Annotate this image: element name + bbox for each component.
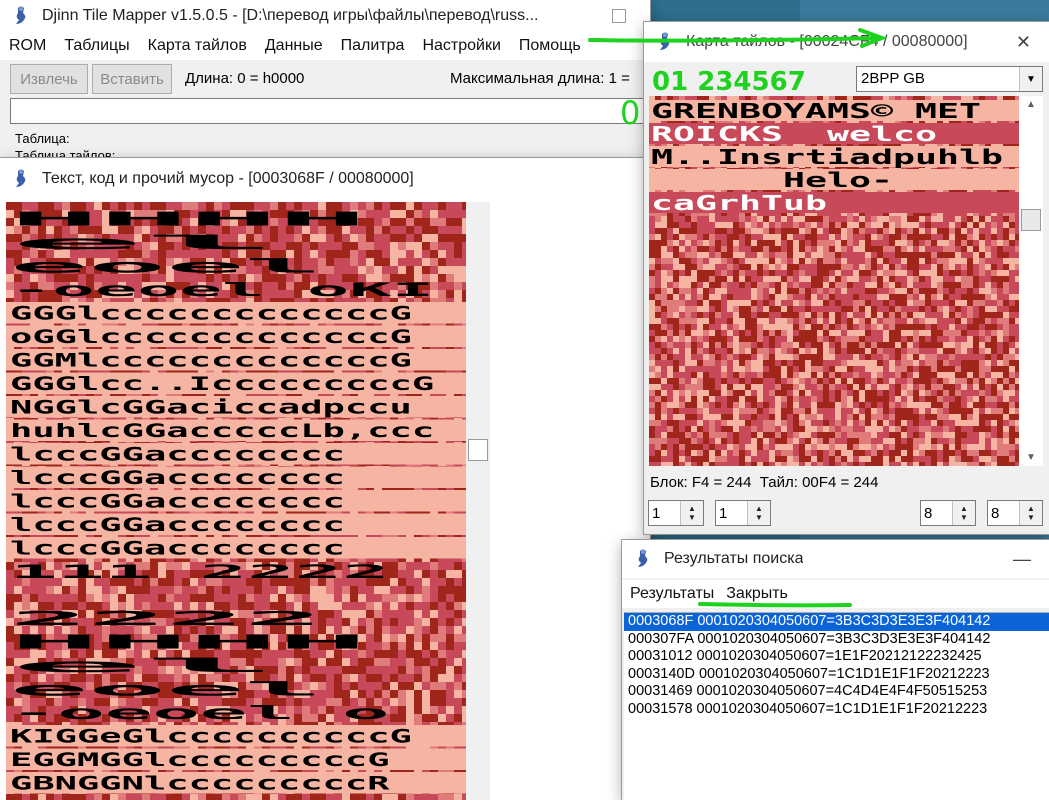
tilemap-scrollbar[interactable]: ▲ ▼ <box>1019 96 1043 466</box>
tile-text-row: GRENBOYAMS© MET <box>651 99 981 123</box>
tilemap-status: Блок: F4 = 244 Тайл: 00F4 = 244 <box>650 474 879 491</box>
menu-close[interactable]: Закрыть <box>720 585 794 603</box>
tile-text-row: lcccGGacccccccc <box>10 514 345 536</box>
text-window-scrollbar[interactable] <box>466 202 490 800</box>
minimize-icon[interactable]: — <box>1013 549 1031 570</box>
text-window-title: Текст, код и прочий мусор - [0003068F / … <box>42 170 414 187</box>
menu-rom[interactable]: ROM <box>0 37 55 55</box>
tile-text-row: eoel <box>10 679 323 701</box>
max-length-label: Максимальная длина: 1 = <box>450 70 630 87</box>
genie-app-icon <box>638 549 648 567</box>
table-label: Таблица: <box>15 131 70 146</box>
tile-text-row: Helo- <box>651 168 893 192</box>
insert-button[interactable]: Вставить <box>92 64 172 94</box>
tile-format-value: 2BPP GB <box>861 70 925 87</box>
search-result-row[interactable]: 0003140D 0001020304050607=1C1D1E1F1F2021… <box>624 666 1049 684</box>
tile-text-row: EGGMGGlcccccccccG <box>10 749 390 771</box>
search-result-row[interactable]: 00031578 0001020304050607=1C1D1E1F1F2021… <box>624 701 1049 719</box>
chevron-down-icon[interactable]: ▼ <box>1019 67 1042 91</box>
tile-text-row: -oeoel oKI <box>10 279 434 301</box>
main-menubar: ROM Таблицы Карта тайлов Данные Палитра … <box>0 32 650 60</box>
results-rows: 0003068F 0001020304050607=3B3C3D3E3E3F40… <box>624 613 1049 718</box>
tile-text-row: GGMlcccccccccccccG <box>10 350 412 372</box>
text-tile-canvas[interactable]: HHHH el eoel -oeoel oKI GGGlccccccccccccc… <box>6 202 466 800</box>
tile-text-row: HHHH <box>10 209 367 231</box>
tile-text-row: 111 2222 <box>10 561 390 583</box>
main-window: Djinn Tile Mapper v1.5.0.5 - [D:\перевод… <box>0 0 650 170</box>
search-result-row[interactable]: 00031469 0001020304050607=4C4D4E4F4F5051… <box>624 683 1049 701</box>
search-titlebar: Результаты поиска — <box>622 540 1049 578</box>
text-tile-graphics: HHHH el eoel -oeoel oKIGGGlccccccccccccc… <box>6 202 466 800</box>
menu-settings[interactable]: Настройки <box>413 37 509 55</box>
spinner-3[interactable]: 8 ▲ ▼ <box>920 500 976 526</box>
tile-text-row: HHHH <box>10 632 367 654</box>
tile-text-row: el <box>10 655 278 677</box>
tile-text-row: caGrhTub <box>651 191 827 215</box>
tile-text-row: eoel <box>10 256 323 278</box>
spin-arrows-icon[interactable]: ▲ ▼ <box>747 501 770 525</box>
spinner-1[interactable]: 1 ▲ ▼ <box>648 500 704 526</box>
tile-text-row: lcccGGacccccccc <box>10 467 345 489</box>
text-edit-field[interactable] <box>10 98 650 124</box>
tilemap-window-title: Карта тайлов - [00024CF4 / 00080000] <box>686 33 968 50</box>
menu-tables[interactable]: Таблицы <box>55 37 138 55</box>
spin-arrows-icon[interactable]: ▲ ▼ <box>680 501 703 525</box>
search-window-title: Результаты поиска <box>664 550 804 567</box>
spin-arrows-icon[interactable]: ▲ ▼ <box>952 501 975 525</box>
tilemap-window: Карта тайлов - [00024CF4 / 00080000] ✕ 2… <box>644 22 1049 534</box>
tile-text-row: M..Insrtiadpuhlb <box>651 145 1003 169</box>
text-window-titlebar: Текст, код и прочий мусор - [0003068F / … <box>0 158 650 200</box>
main-titlebar: Djinn Tile Mapper v1.5.0.5 - [D:\перевод… <box>0 0 650 32</box>
search-menubar: Результаты Закрыть <box>622 580 1049 608</box>
tile-text-row: GBNGGNlcccccccccR <box>10 773 391 795</box>
scroll-down-arrow[interactable]: ▼ <box>1019 449 1043 466</box>
menu-help[interactable]: Помощь <box>510 37 590 55</box>
tile-text-row: huhlcGGacccccLb,ccc <box>10 420 434 442</box>
menu-data[interactable]: Данные <box>256 37 332 55</box>
search-result-row[interactable]: 00031012 0001020304050607=1E1F2021212223… <box>624 648 1049 666</box>
tilemap-titlebar: Карта тайлов - [00024CF4 / 00080000] ✕ <box>644 22 1049 62</box>
close-icon[interactable]: ✕ <box>1016 32 1031 53</box>
tile-text-row: lcccGGacccccccc <box>10 538 345 560</box>
maximize-icon[interactable] <box>612 9 626 23</box>
tile-text-row: GGGlcccccccccccccG <box>10 303 412 325</box>
length-label: Длина: 0 = h0000 <box>185 70 305 87</box>
tile-text-row: oGGlcccccccccccccG <box>10 326 412 348</box>
tilemap-canvas[interactable]: GRENBOYAMS© MET ROICKS welco M..Insrtiadpu… <box>649 96 1019 466</box>
menu-palette[interactable]: Палитра <box>332 37 414 55</box>
menu-results[interactable]: Результаты <box>622 585 720 603</box>
search-result-row[interactable]: 000307FA 0001020304050607=3B3C3D3E3E3F40… <box>624 631 1049 649</box>
main-window-title: Djinn Tile Mapper v1.5.0.5 - [D:\перевод… <box>42 7 539 24</box>
results-list[interactable]: 0003068F 0001020304050607=3B3C3D3E3E3F40… <box>624 612 1049 800</box>
genie-app-icon <box>16 6 26 24</box>
tilemap-graphics: GRENBOYAMS© METROICKS welcoM..Insrtiadpu… <box>649 96 1019 466</box>
tile-format-select[interactable]: 2BPP GB ▼ <box>856 66 1043 92</box>
spinner-4[interactable]: 8 ▲ ▼ <box>987 500 1043 526</box>
tile-text-row: GGGlcc..IcccccccccG <box>10 373 434 395</box>
spinner-2[interactable]: 1 ▲ ▼ <box>715 500 771 526</box>
tile-text-row: lcccGGacccccccc <box>10 444 345 466</box>
tile-text-row: KIGGeGlccccccccccG <box>10 726 412 748</box>
genie-app-icon <box>660 32 670 50</box>
tile-text-row: -oeoel o <box>10 702 390 724</box>
spin-arrows-icon[interactable]: ▲ ▼ <box>1019 501 1042 525</box>
scroll-thumb[interactable] <box>468 439 488 461</box>
tile-text-row: lcccGGacccccccc <box>10 491 345 513</box>
extract-button[interactable]: Извлечь <box>10 64 88 94</box>
search-result-row[interactable]: 0003068F 0001020304050607=3B3C3D3E3E3F40… <box>624 613 1049 631</box>
search-results-window: Результаты поиска — Результаты Закрыть 0… <box>622 540 1049 800</box>
scroll-up-arrow[interactable]: ▲ <box>1019 96 1043 113</box>
menu-tilemap[interactable]: Карта тайлов <box>139 37 256 55</box>
scroll-thumb[interactable] <box>1021 209 1041 231</box>
tile-text-row: el <box>10 232 278 254</box>
tile-text-row: 2222 <box>10 608 323 630</box>
tile-text-row: ROICKS welco <box>651 122 937 146</box>
tile-text-row: NGGlcGGaciccadpccu <box>10 397 412 419</box>
genie-app-icon <box>16 169 26 187</box>
text-window: Текст, код и прочий мусор - [0003068F / … <box>0 158 650 800</box>
